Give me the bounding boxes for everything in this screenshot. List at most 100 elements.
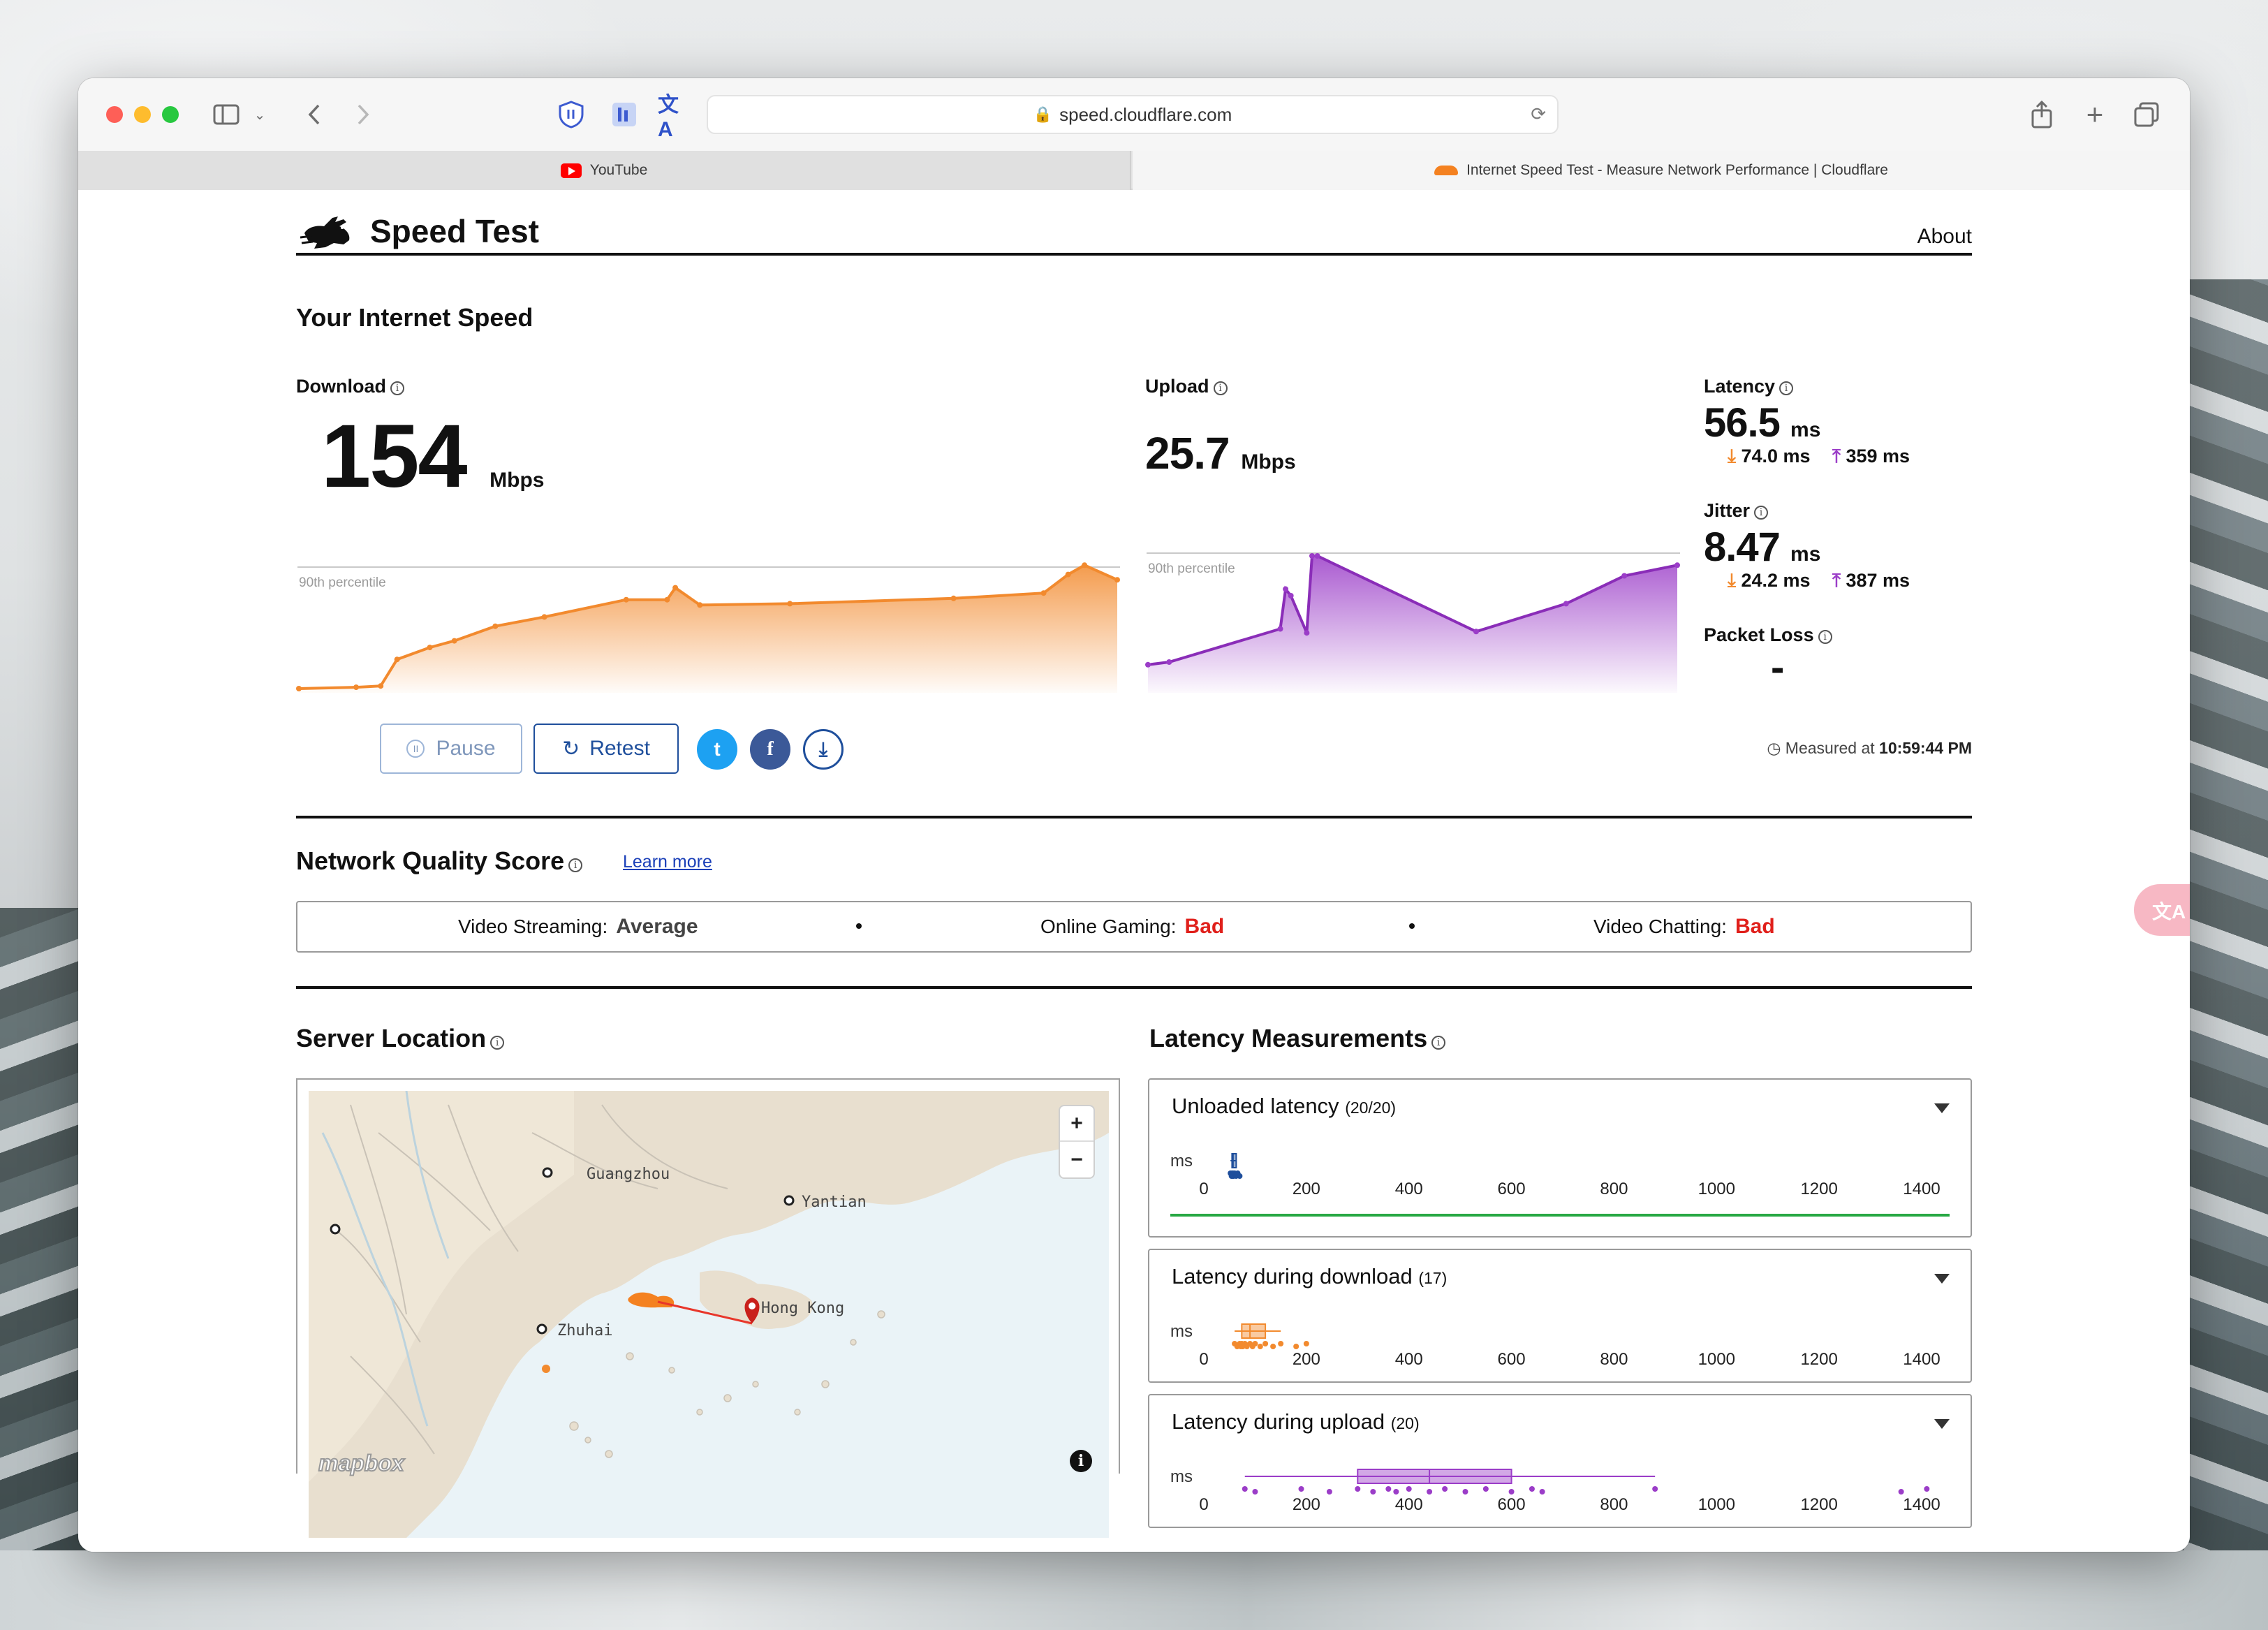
latency-sample-point <box>1303 1341 1309 1346</box>
background-scenery <box>0 1550 2268 1630</box>
translate-icon[interactable]: 文A <box>658 94 693 141</box>
latency-sample-point <box>1370 1489 1376 1495</box>
latency-sample-point <box>1898 1489 1904 1495</box>
info-icon[interactable]: i <box>1818 630 1832 644</box>
download-results-button[interactable]: ⤓ <box>803 729 844 770</box>
tab-youtube[interactable]: YouTube <box>78 151 1131 190</box>
minimize-window-button[interactable] <box>134 106 151 123</box>
latency-card-title: Latency during upload (20) <box>1172 1409 1420 1434</box>
info-icon[interactable]: i <box>568 858 583 872</box>
axis-tick-label: 1200 <box>1800 1495 1837 1514</box>
download-sample-point <box>1114 577 1120 583</box>
latency-card-unloaded[interactable]: Unloaded latency (20/20) ms 0 200 400 600 800… <box>1148 1078 1972 1238</box>
axis-unit-label: ms <box>1170 1322 1193 1341</box>
axis-tick-label: 200 <box>1293 1350 1320 1369</box>
info-icon[interactable]: i <box>1754 506 1769 520</box>
twitter-share-button[interactable]: t <box>697 729 737 770</box>
latency-sample-point <box>1262 1341 1269 1346</box>
share-icon[interactable] <box>2026 99 2057 130</box>
upload-sample-point <box>1314 553 1320 559</box>
upload-value: 25.7 Mbps <box>1145 428 1296 478</box>
download-sample-point <box>697 602 703 608</box>
latency-sample-point <box>1385 1486 1392 1492</box>
brand-title: Speed Test <box>370 213 539 249</box>
download-sample-point <box>1040 590 1047 596</box>
zoom-out-button[interactable]: − <box>1060 1142 1094 1177</box>
extension-icon[interactable] <box>609 99 640 130</box>
learn-more-link[interactable]: Learn more <box>623 852 712 872</box>
background-scenery <box>2184 279 2268 1630</box>
jitter-value: 8.47 ms <box>1704 524 1821 570</box>
latency-card-upload[interactable]: Latency during upload (20) ms 0 200 400 600 8… <box>1148 1394 1972 1528</box>
zoom-window-button[interactable] <box>162 106 179 123</box>
page-viewport: Speed Test About Your Internet Speed Dow… <box>78 190 2190 1552</box>
pause-button[interactable]: II Pause <box>380 724 522 774</box>
info-icon[interactable]: i <box>490 1036 505 1050</box>
axis-tick-label: 600 <box>1498 1180 1526 1198</box>
map-info-icon[interactable]: i <box>1070 1450 1092 1472</box>
tab-overview-icon[interactable] <box>2131 99 2162 130</box>
latency-sample-point <box>1442 1486 1448 1492</box>
chevron-down-icon[interactable] <box>1934 1103 1950 1113</box>
download-sample-point <box>623 596 629 603</box>
upload-chart <box>1145 552 1680 693</box>
axis-tick-label: 800 <box>1600 1495 1628 1514</box>
upload-sample-point <box>1674 562 1680 568</box>
upload-percentile-label: 90th percentile <box>1148 561 1235 576</box>
upload-sample-point <box>1288 593 1294 599</box>
chevron-down-icon[interactable]: ⌄ <box>251 99 268 130</box>
upload-sample-point <box>1283 586 1289 592</box>
chevron-down-icon[interactable] <box>1934 1419 1950 1429</box>
info-icon[interactable]: i <box>1779 381 1794 395</box>
pause-icon: II <box>406 740 425 758</box>
info-icon[interactable]: i <box>1213 381 1228 395</box>
latency-value: 56.5 ms <box>1704 400 1821 446</box>
divider <box>296 986 1972 989</box>
download-value: 154 Mbps <box>321 406 545 506</box>
info-icon[interactable]: i <box>1431 1036 1446 1050</box>
axis-tick-label: 1200 <box>1800 1180 1837 1198</box>
password-manager-icon[interactable] <box>556 99 587 130</box>
download-sample-point <box>394 656 400 663</box>
nq-online-gaming: Online Gaming: Bad <box>1040 915 1225 938</box>
download-sample-point <box>664 596 670 603</box>
mapbox-logo[interactable]: mapbox <box>318 1450 405 1476</box>
upload-sample-point <box>1166 659 1172 665</box>
unloaded-latency-plot: ms 0 200 400 600 800 1000 1200 1400 <box>1170 1152 1950 1217</box>
latency-sample-point <box>1298 1486 1304 1492</box>
facebook-share-button[interactable]: f <box>750 729 790 770</box>
reload-icon[interactable]: ⟳ <box>1531 103 1546 125</box>
floating-translate-button[interactable]: 文A <box>2134 884 2190 936</box>
chevron-down-icon[interactable] <box>1934 1274 1950 1284</box>
download-icon: ⤓ <box>818 737 828 760</box>
map-zoom-controls: + − <box>1059 1105 1095 1179</box>
zoom-in-button[interactable]: + <box>1060 1106 1094 1142</box>
download-sample-point <box>296 686 302 691</box>
latency-download: ⤓ 74.0 ms <box>1728 446 1811 467</box>
back-icon[interactable] <box>300 99 328 130</box>
tab-cloudflare-speed-test[interactable]: Internet Speed Test - Measure Network Pe… <box>1133 151 2190 190</box>
axis-tick-label: 1000 <box>1698 1180 1735 1198</box>
download-sample-point <box>672 585 679 591</box>
new-tab-icon[interactable]: + <box>2079 98 2110 131</box>
axis-tick-label: 1200 <box>1800 1350 1837 1369</box>
server-map[interactable]: Guangzhou Yantian Zhuhai Hong Kong + − m… <box>309 1091 1109 1538</box>
clock-icon: ◷ <box>1767 739 1781 757</box>
latency-sample-point <box>1237 1173 1243 1179</box>
info-icon[interactable]: i <box>390 381 404 395</box>
download-sample-point <box>451 638 457 644</box>
about-link[interactable]: About <box>1917 225 1972 249</box>
latency-card-download[interactable]: Latency during download (17) ms 0 200 400 60… <box>1148 1249 1972 1383</box>
forward-icon[interactable] <box>349 99 377 130</box>
site-header: Speed Test About <box>296 210 1972 256</box>
download-arrow-icon: ⤓ <box>1728 446 1736 467</box>
sidebar-toggle-icon[interactable] <box>211 99 242 130</box>
browser-toolbar: ⌄ 文A 🔒 speed.cloudflare.com ⟳ + <box>78 78 2190 151</box>
jitter-label: Jitter i <box>1704 500 1769 522</box>
retest-button[interactable]: ↻ Retest <box>533 724 679 774</box>
download-sample-point <box>541 614 547 620</box>
latency-sample-point <box>1326 1489 1332 1495</box>
close-window-button[interactable] <box>106 106 123 123</box>
nq-video-streaming: Video Streaming: Average <box>458 915 698 938</box>
address-bar[interactable]: 🔒 speed.cloudflare.com ⟳ <box>707 95 1559 134</box>
